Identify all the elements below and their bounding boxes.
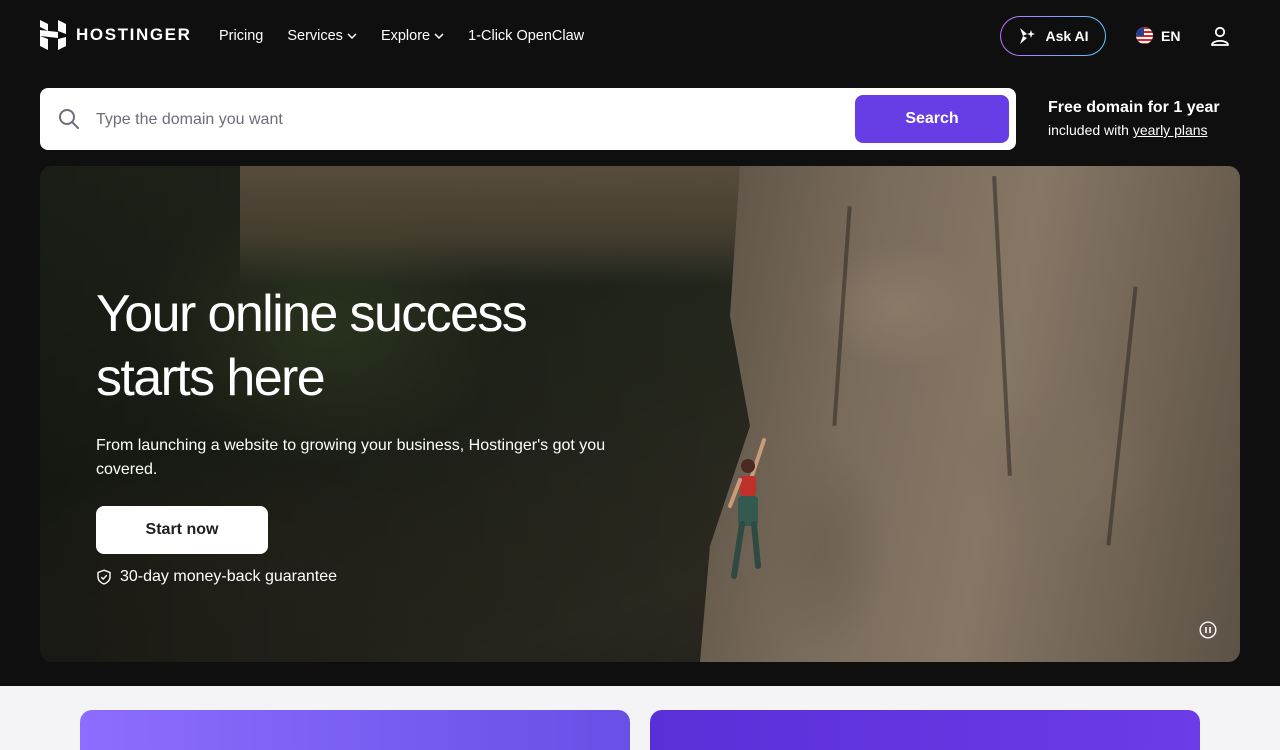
nav-item-label: Pricing — [219, 28, 264, 44]
hero-subtitle: From launching a website to growing your… — [96, 437, 606, 478]
hostinger-logo[interactable]: HOSTINGER — [40, 20, 191, 50]
hero-banner: Your online success starts here From lau… — [40, 166, 1240, 662]
nav-item-label: 1-Click OpenClaw — [468, 28, 585, 44]
nav-item-pricing[interactable]: Pricing — [219, 27, 263, 45]
chevron-down-icon — [434, 33, 444, 40]
top-section: HOSTINGER Pricing Services Explore 1-Cli… — [0, 0, 1280, 686]
pause-video-icon[interactable] — [1199, 621, 1217, 639]
start-now-button[interactable]: Start now — [96, 506, 268, 554]
guarantee-text: 30-day money-back guarantee — [120, 568, 338, 585]
chevron-down-icon — [347, 33, 357, 40]
feature-card-left[interactable] — [80, 710, 630, 750]
hostinger-logo-icon — [40, 20, 66, 50]
shield-check-icon — [97, 569, 111, 585]
hero-title-line2: starts here — [96, 349, 326, 407]
climber-image — [728, 438, 766, 579]
search-icon — [59, 109, 79, 129]
us-flag-icon — [1136, 27, 1153, 44]
yearly-plans-link[interactable]: yearly plans — [1133, 122, 1208, 138]
nav-item-label: Services — [287, 28, 343, 44]
sparkle-icon — [1020, 28, 1036, 44]
hero-title-line1: Your online success — [96, 285, 528, 343]
nav-item-label: Explore — [380, 28, 431, 44]
nav-item-openclaw[interactable]: 1-Click OpenClaw — [468, 27, 584, 45]
domain-search-bar: Search — [40, 88, 1016, 150]
ask-ai-label: Ask AI — [1045, 28, 1089, 44]
free-domain-promo: Free domain for 1 year included with yea… — [1048, 99, 1220, 138]
brand-name: HOSTINGER — [76, 25, 192, 44]
hero-background-rock-face — [700, 166, 1240, 662]
search-button[interactable]: Search — [855, 95, 1009, 143]
promo-title: Free domain for 1 year — [1048, 99, 1220, 116]
nav-item-explore[interactable]: Explore — [381, 27, 444, 45]
language-selector[interactable]: EN — [1136, 27, 1180, 44]
money-back-guarantee: 30-day money-back guarantee — [96, 568, 337, 586]
feature-card-right[interactable] — [650, 710, 1200, 750]
promo-subtitle-prefix: included with — [1048, 122, 1129, 138]
user-account-icon[interactable] — [1209, 25, 1231, 47]
main-nav: Pricing Services Explore 1-Click OpenCla… — [219, 27, 608, 45]
domain-search-input[interactable] — [94, 102, 838, 138]
language-label: EN — [1161, 27, 1181, 44]
ask-ai-button[interactable]: Ask AI — [1000, 16, 1106, 56]
promo-subtitle: included with yearly plans — [1048, 122, 1220, 138]
hero-title: Your online success starts here — [96, 282, 616, 410]
nav-item-services[interactable]: Services — [287, 27, 357, 45]
